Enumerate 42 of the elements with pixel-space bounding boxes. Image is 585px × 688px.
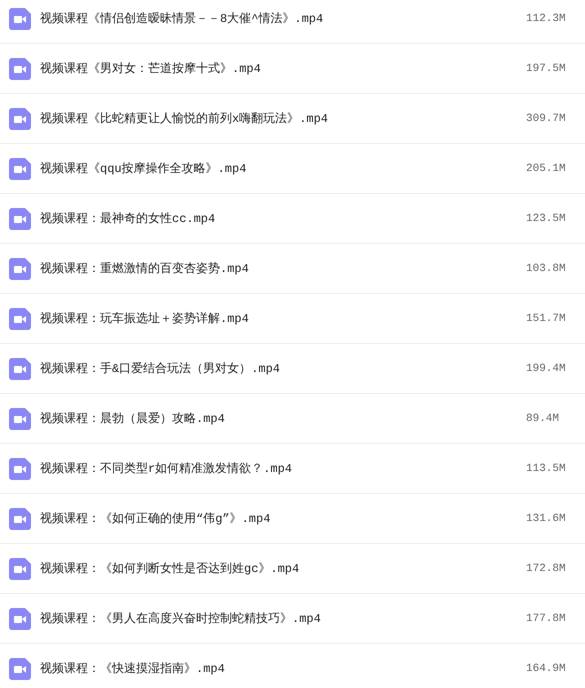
file-name[interactable]: 视频课程：《快速摸湿指南》.mp4 (40, 660, 526, 677)
file-name[interactable]: 视频课程：最神奇的女性cc.mp4 (40, 210, 526, 227)
file-size: 112.3M (526, 12, 567, 24)
file-name[interactable]: 视频课程：玩车振选址＋姿势详解.mp4 (40, 310, 526, 327)
file-size: 131.6M (526, 512, 567, 524)
video-file-icon (9, 508, 31, 530)
file-size: 164.9M (526, 662, 567, 674)
file-size: 113.5M (526, 462, 567, 474)
file-name[interactable]: 视频课程：重燃激情的百变杏姿势.mp4 (40, 260, 526, 277)
file-size: 197.5M (526, 62, 567, 74)
file-size: 172.8M (526, 562, 567, 574)
file-name[interactable]: 视频课程：手&口爱结合玩法（男对女）.mp4 (40, 360, 526, 377)
file-name[interactable]: 视频课程：《如何判断女性是否达到姓gc》.mp4 (40, 560, 526, 577)
video-file-icon (9, 258, 31, 280)
video-file-icon (9, 108, 31, 130)
file-name[interactable]: 视频课程：《男人在高度兴奋时控制蛇精技巧》.mp4 (40, 610, 526, 627)
file-size: 205.1M (526, 162, 567, 174)
file-size: 151.7M (526, 312, 567, 324)
file-size: 309.7M (526, 112, 567, 124)
video-file-icon (9, 8, 31, 30)
file-size: 199.4M (526, 362, 567, 374)
video-file-icon (9, 208, 31, 230)
video-file-icon (9, 408, 31, 430)
file-name[interactable]: 视频课程《男对女：芒道按摩十式》.mp4 (40, 60, 526, 77)
file-size: 123.5M (526, 212, 567, 224)
video-file-icon (9, 308, 31, 330)
video-file-icon (9, 58, 31, 80)
file-name[interactable]: 视频课程：《如何正确的使用“伟g”》.mp4 (40, 510, 526, 527)
file-name[interactable]: 视频课程：不同类型r如何精准激发情欲？.mp4 (40, 460, 526, 477)
video-file-icon (9, 658, 31, 680)
file-size: 89.4M (526, 412, 560, 424)
video-file-icon (9, 558, 31, 580)
video-file-icon (9, 608, 31, 630)
file-size: 177.8M (526, 612, 567, 624)
file-name[interactable]: 视频课程《qqu按摩操作全攻略》.mp4 (40, 160, 526, 177)
file-name[interactable]: 视频课程：晨勃（晨爱）攻略.mp4 (40, 410, 526, 427)
file-size: 103.8M (526, 262, 567, 274)
file-name[interactable]: 视频课程《比蛇精更让人愉悦的前列x嗨翻玩法》.mp4 (40, 110, 526, 127)
video-file-icon (9, 358, 31, 380)
video-file-icon (9, 158, 31, 180)
video-file-icon (9, 458, 31, 480)
file-name[interactable]: 视频课程《情侣创造暧昧情景－－8大催^情法》.mp4 (40, 10, 526, 27)
